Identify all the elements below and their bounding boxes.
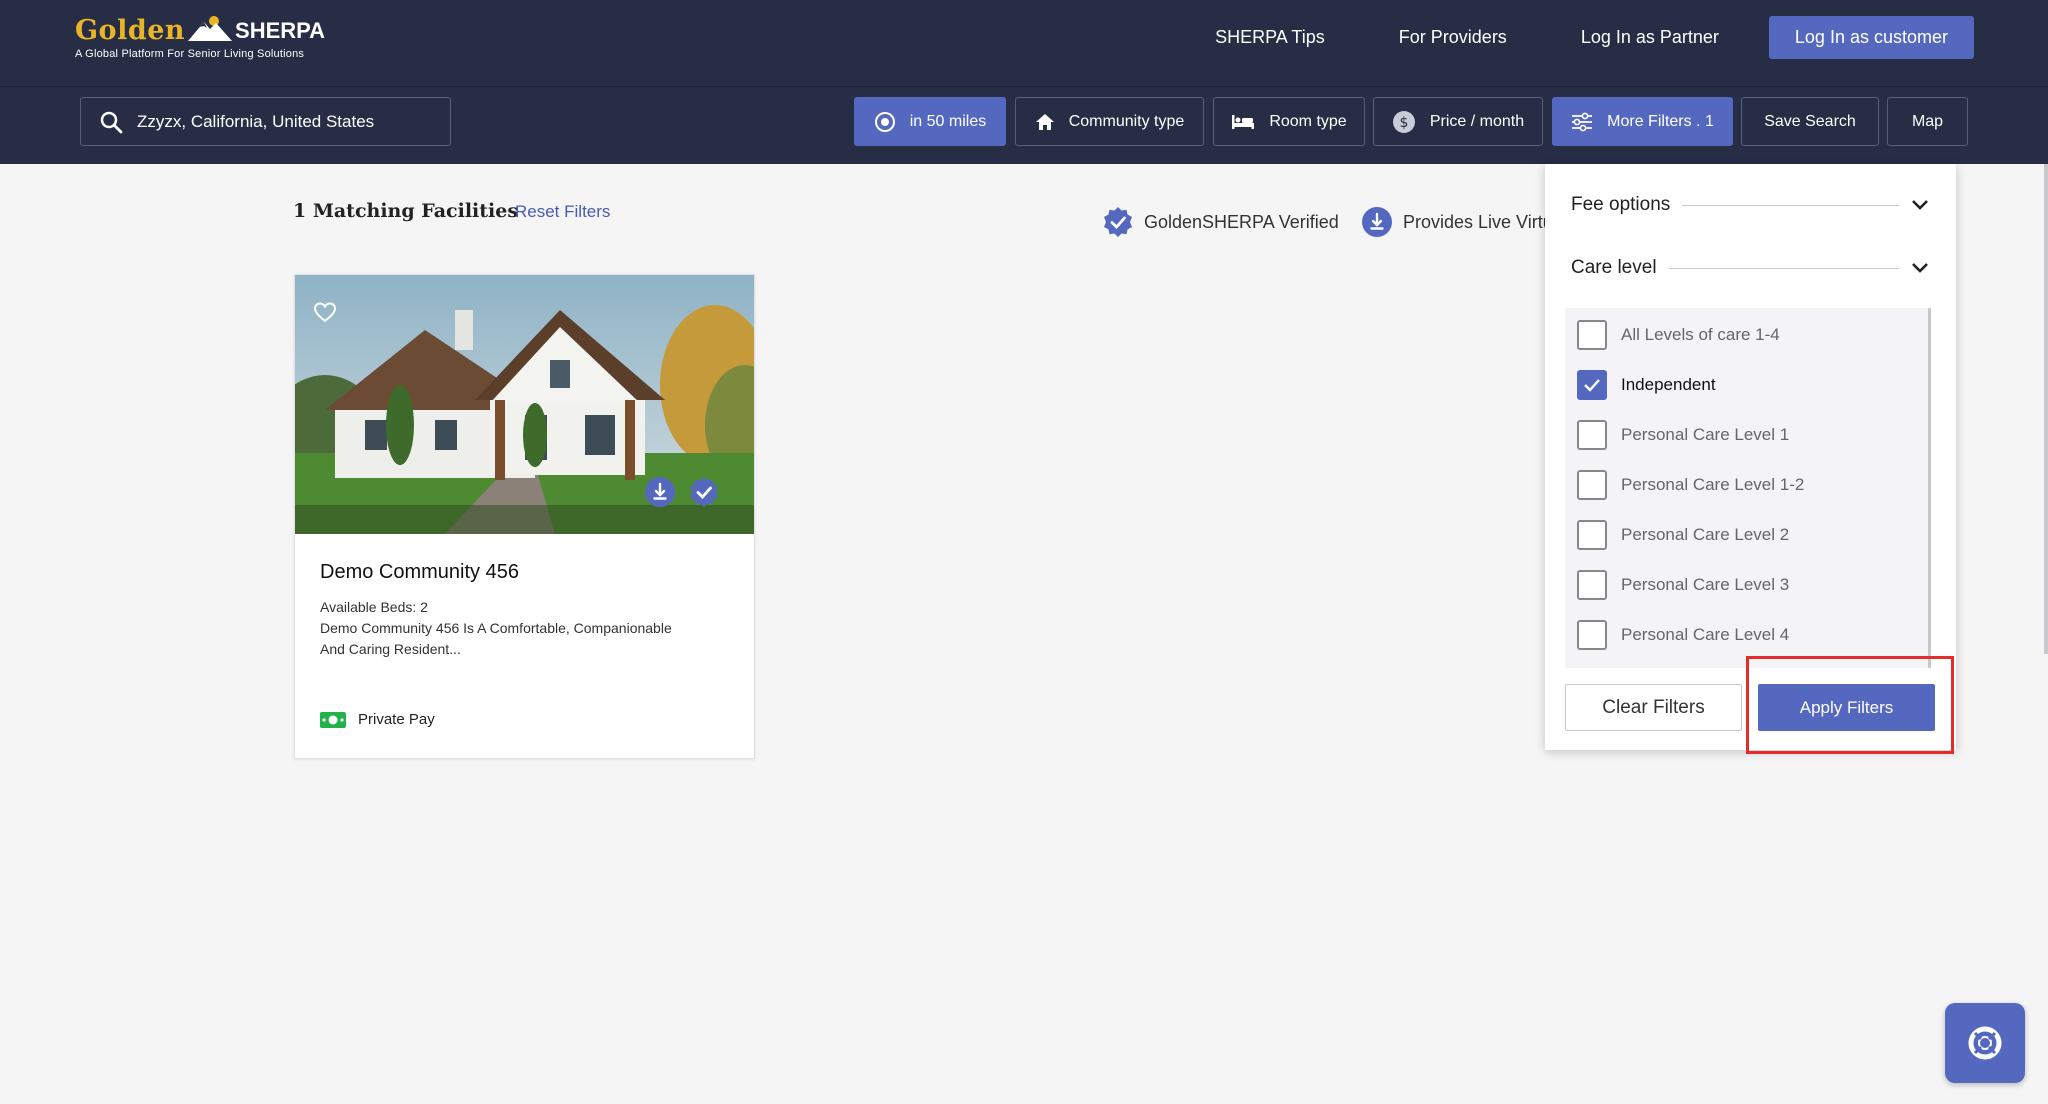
divider-line <box>1682 204 1899 206</box>
legend-verified: GoldenSHERPA Verified <box>1102 206 1339 238</box>
care-option-label: Personal Care Level 1-2 <box>1621 475 1805 494</box>
care-option[interactable]: Personal Care Level 3 <box>1577 570 1789 600</box>
home-icon <box>1035 113 1054 130</box>
facility-beds: Available Beds: 2 <box>320 599 428 615</box>
care-option-label: Personal Care Level 2 <box>1621 525 1790 544</box>
bed-icon <box>1232 114 1255 129</box>
nav-sherpa-tips[interactable]: SHERPA Tips <box>1215 27 1325 48</box>
care-option[interactable]: Personal Care Level 1-2 <box>1577 470 1804 500</box>
fee-type-label: Private Pay <box>358 711 435 728</box>
checkbox[interactable] <box>1577 570 1607 600</box>
price-filter-label: Price / month <box>1429 112 1525 130</box>
svg-text:$: $ <box>1399 115 1408 131</box>
nav-for-providers[interactable]: For Providers <box>1399 27 1507 48</box>
verified-badge-icon <box>1104 207 1132 237</box>
care-level-options: All Levels of care 1-4 Independent Perso… <box>1565 308 1931 668</box>
options-scrollbar[interactable] <box>1928 308 1931 668</box>
results-count: 1 Matching Facilities <box>293 200 519 222</box>
care-level-label: Care level <box>1571 257 1657 278</box>
price-filter-button[interactable]: $ Price / month <box>1373 97 1543 146</box>
live-tour-icon <box>1362 207 1392 237</box>
live-tour-badge-icon <box>645 477 675 507</box>
care-option[interactable]: All Levels of care 1-4 <box>1577 320 1780 350</box>
care-option-label: Independent <box>1621 375 1716 394</box>
lifebuoy-icon <box>1968 1026 2002 1060</box>
search-icon <box>100 111 123 133</box>
fee-options-accordion[interactable]: Fee options <box>1571 194 1929 216</box>
radius-filter-label: in 50 miles <box>909 112 987 130</box>
target-icon <box>874 111 895 132</box>
divider-line <box>1668 267 1899 269</box>
mountain-logo-icon <box>188 16 233 41</box>
reset-filters-link[interactable]: Reset Filters <box>515 202 610 222</box>
favorite-heart-icon[interactable] <box>313 301 337 323</box>
page-scrollbar[interactable] <box>2044 164 2048 654</box>
logo-sherpa-text: SHERPA <box>235 18 326 43</box>
top-navbar: Golden SHERPA A Global Platform For Seni… <box>0 0 2048 86</box>
community-type-label: Community type <box>1068 112 1185 130</box>
radius-filter-button[interactable]: in 50 miles <box>854 97 1006 146</box>
highlight-box <box>1746 656 1954 754</box>
chevron-down-icon[interactable] <box>1911 199 1929 211</box>
top-nav-links: SHERPA Tips For Providers Log In as Part… <box>1141 16 1974 59</box>
checkbox[interactable] <box>1577 320 1607 350</box>
care-option[interactable]: Personal Care Level 4 <box>1577 620 1789 650</box>
facility-description-line1: Demo Community 456 Is A Comfortable, Com… <box>320 620 672 636</box>
fee-type: Private Pay <box>320 711 435 728</box>
logo-golden-text: Golden <box>75 15 186 46</box>
fee-options-label: Fee options <box>1571 194 1671 215</box>
more-filters-button[interactable]: More Filters . 1 <box>1552 97 1733 146</box>
help-support-button[interactable] <box>1945 1003 2025 1083</box>
checkbox-checked[interactable] <box>1577 370 1607 400</box>
community-type-button[interactable]: Community type <box>1015 97 1204 146</box>
room-type-button[interactable]: Room type <box>1213 97 1365 146</box>
care-option-label: Personal Care Level 4 <box>1621 625 1790 644</box>
room-type-label: Room type <box>1269 112 1347 130</box>
logo-tagline: A Global Platform For Senior Living Solu… <box>75 48 305 60</box>
care-option[interactable]: Independent <box>1577 370 1716 400</box>
search-value: Zzyzx, California, United States <box>137 111 375 131</box>
care-level-accordion[interactable]: Care level <box>1571 257 1929 279</box>
checkbox[interactable] <box>1577 620 1607 650</box>
cash-icon <box>320 711 346 728</box>
checkbox[interactable] <box>1577 420 1607 450</box>
save-search-button[interactable]: Save Search <box>1741 97 1879 146</box>
checkmark-icon <box>1584 379 1600 392</box>
sliders-icon <box>1572 112 1593 131</box>
care-option-label: Personal Care Level 3 <box>1621 575 1790 594</box>
checkbox[interactable] <box>1577 470 1607 500</box>
house-photo-illustration <box>295 275 754 534</box>
location-search-input[interactable]: Zzyzx, California, United States <box>80 97 451 146</box>
verified-card-badge-icon <box>690 477 718 507</box>
care-option-label: Personal Care Level 1 <box>1621 425 1790 444</box>
chevron-down-icon[interactable] <box>1911 262 1929 274</box>
care-option[interactable]: Personal Care Level 2 <box>1577 520 1789 550</box>
map-button[interactable]: Map <box>1887 97 1968 146</box>
facility-description-line2: And Caring Resident... <box>320 641 461 657</box>
filter-bar: Zzyzx, California, United States in 50 m… <box>0 86 2048 164</box>
login-customer-button[interactable]: Log In as customer <box>1768 16 1974 59</box>
clear-filters-button[interactable]: Clear Filters <box>1565 684 1742 731</box>
legend-verified-label: GoldenSHERPA Verified <box>1144 211 1339 232</box>
facility-name[interactable]: Demo Community 456 <box>320 561 729 584</box>
dollar-icon: $ <box>1392 110 1415 133</box>
legend-live-tour-label: Provides Live Virtu <box>1403 211 1553 232</box>
facility-card[interactable]: Demo Community 456 Available Beds: 2 Dem… <box>294 274 755 759</box>
care-option-label: All Levels of care 1-4 <box>1621 325 1780 344</box>
checkbox[interactable] <box>1577 520 1607 550</box>
facility-photo[interactable] <box>295 275 754 534</box>
care-option[interactable]: Personal Care Level 1 <box>1577 420 1789 450</box>
legend-live-tour: Provides Live Virtu <box>1361 206 1553 238</box>
nav-login-partner[interactable]: Log In as Partner <box>1581 27 1719 48</box>
more-filters-label: More Filters . 1 <box>1607 112 1714 130</box>
brand-logo[interactable]: Golden SHERPA A Global Platform For Seni… <box>75 14 325 60</box>
